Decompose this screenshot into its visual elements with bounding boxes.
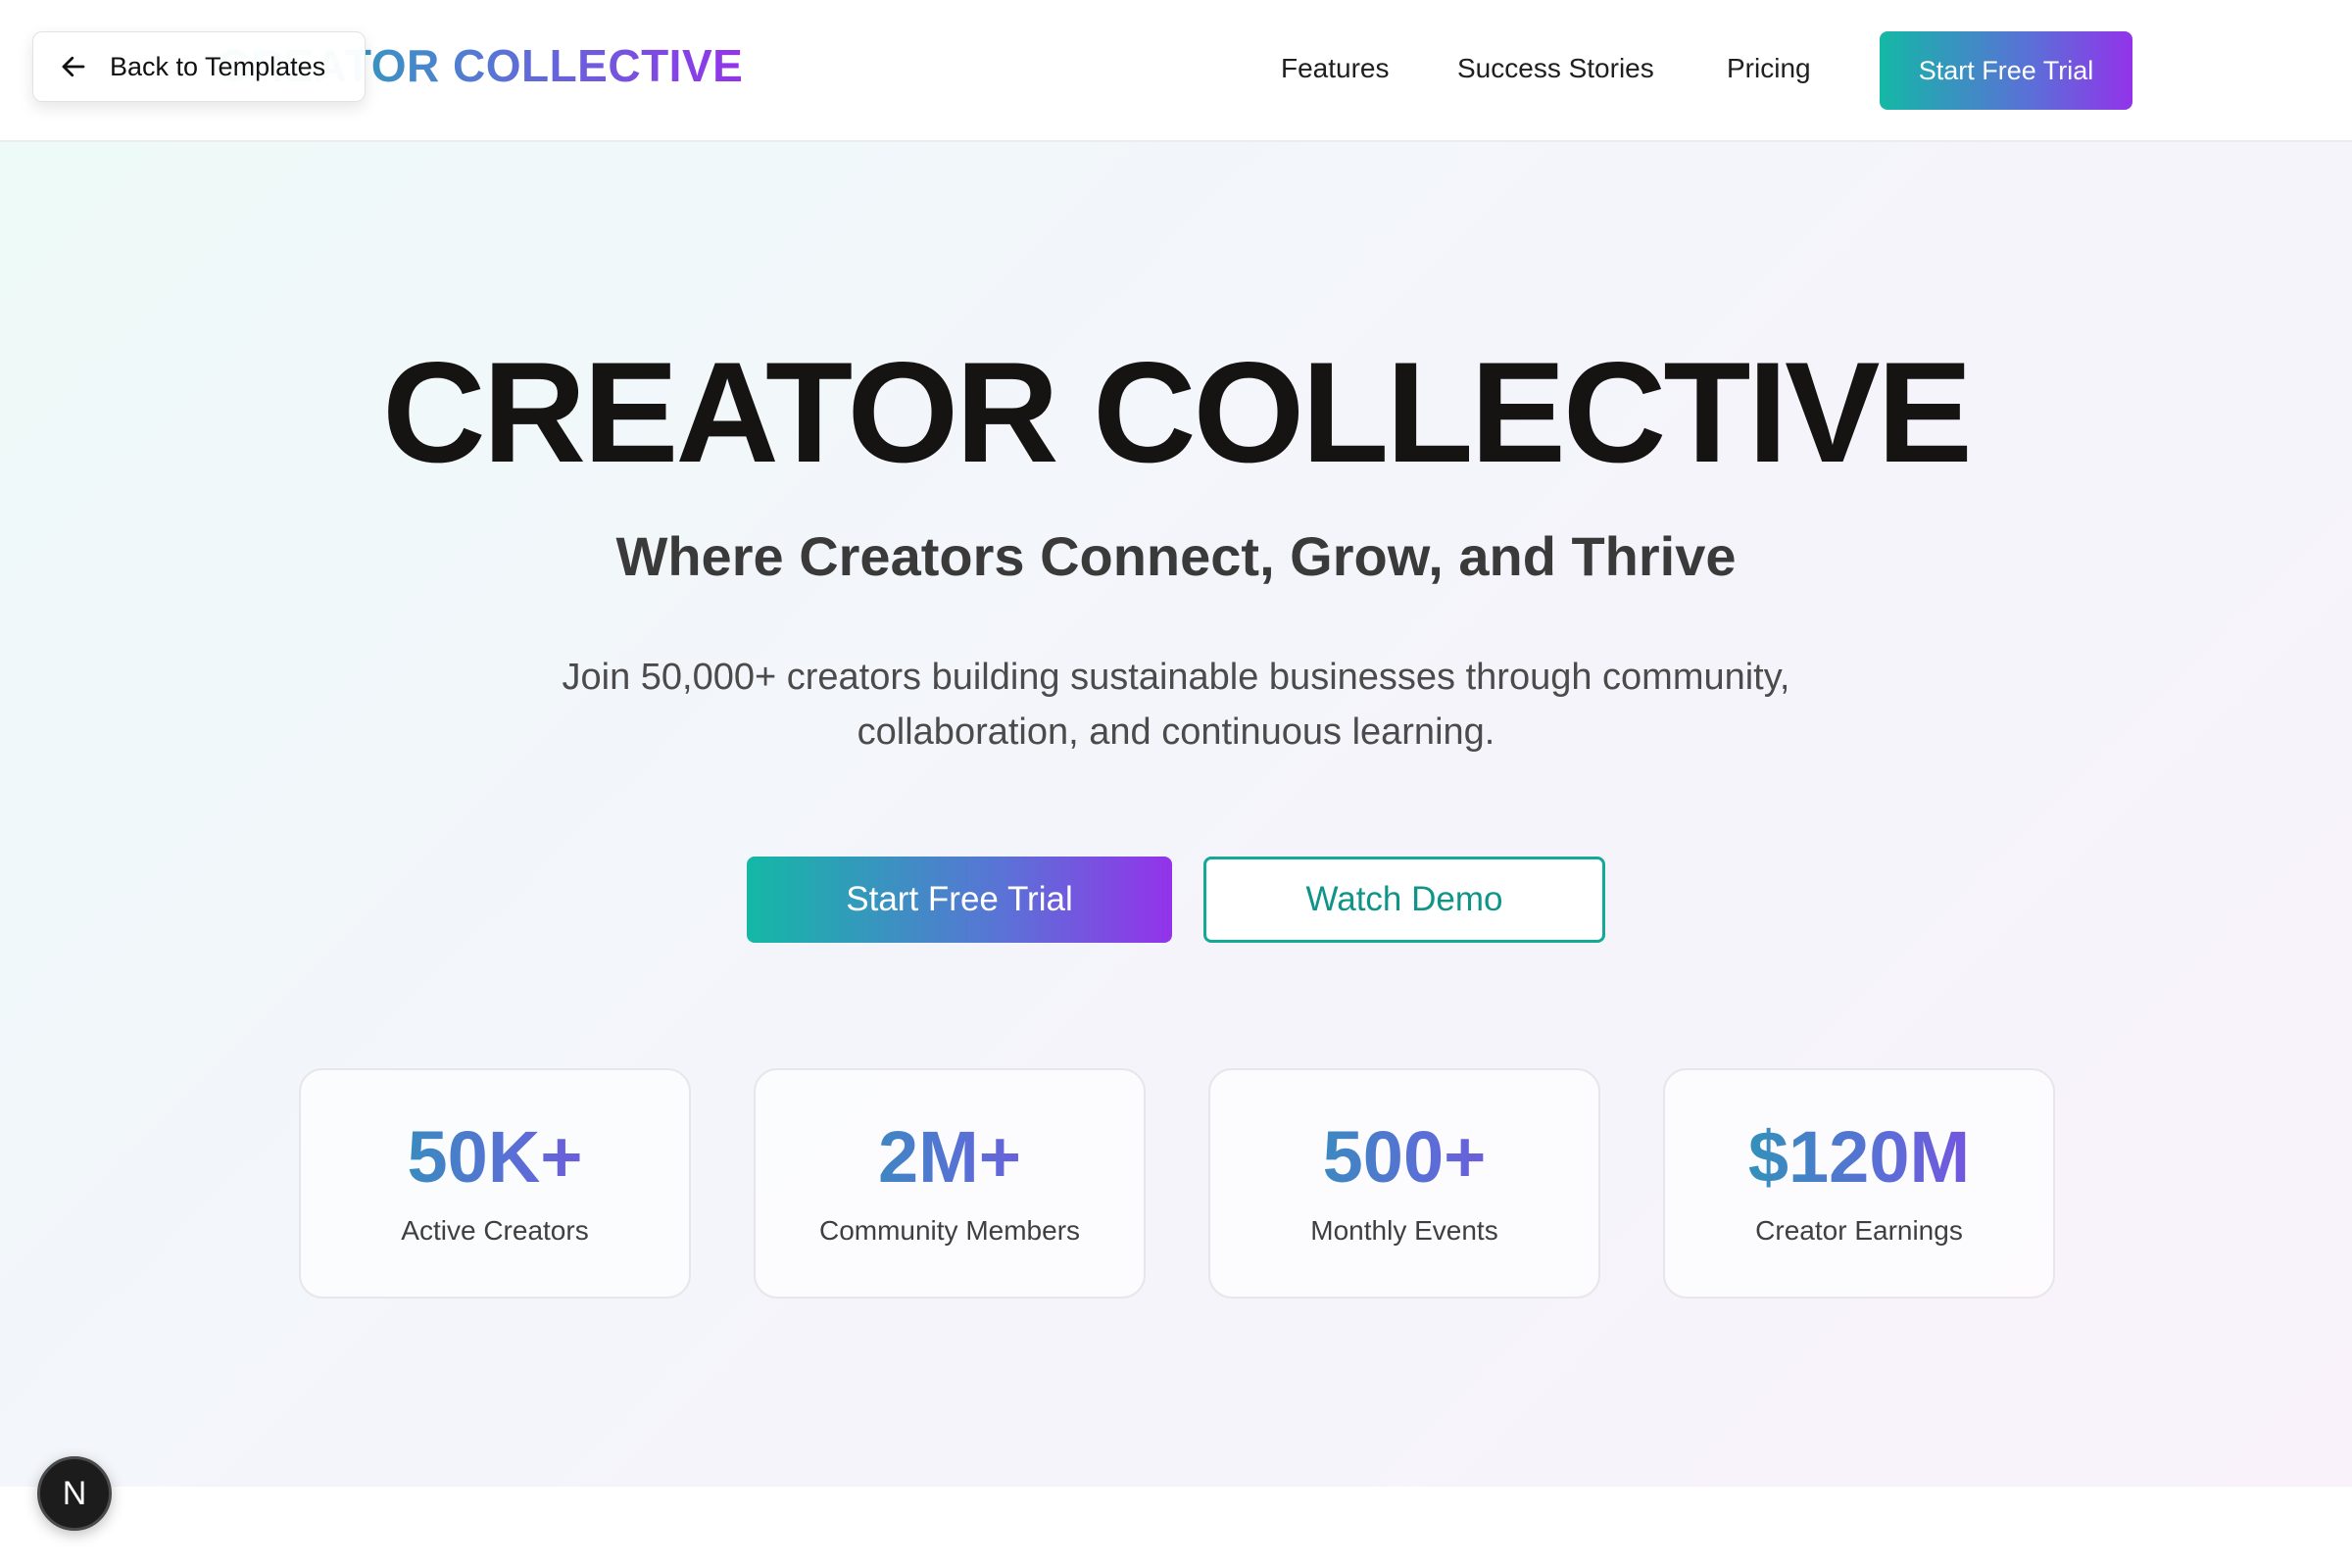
stat-label: Active Creators	[401, 1215, 589, 1246]
stat-label: Monthly Events	[1310, 1215, 1498, 1246]
stat-card-active-creators: 50K+ Active Creators	[299, 1068, 691, 1298]
stat-value: $120M	[1665, 1115, 2053, 1199]
stat-card-community-members: 2M+ Community Members	[754, 1068, 1146, 1298]
stat-card-monthly-events: 500+ Monthly Events	[1208, 1068, 1600, 1298]
start-free-trial-button[interactable]: Start Free Trial	[747, 857, 1172, 943]
hero-description: Join 50,000+ creators building sustainab…	[562, 657, 1790, 753]
hero-subtitle: Where Creators Connect, Grow, and Thrive	[615, 525, 1737, 587]
hero-title: CREATOR COLLECTIVE	[382, 332, 1973, 492]
nav-link-pricing[interactable]: Pricing	[1727, 53, 1811, 84]
arrow-left-icon	[62, 56, 85, 77]
stat-label: Creator Earnings	[1755, 1215, 1963, 1246]
nextjs-logo-icon[interactable]: N	[37, 1456, 112, 1531]
nav-link-features[interactable]: Features	[1281, 53, 1390, 84]
stat-card-creator-earnings: $120M Creator Earnings	[1663, 1068, 2055, 1298]
nav-link-success-stories[interactable]: Success Stories	[1457, 53, 1654, 84]
stat-value: 2M+	[756, 1115, 1144, 1199]
back-to-templates-button[interactable]: Back to Templates	[32, 31, 366, 102]
watch-demo-button[interactable]: Watch Demo	[1203, 857, 1605, 943]
stat-value: 500+	[1210, 1115, 1598, 1199]
hero-section: CREATOR COLLECTIVE Where Creators Connec…	[0, 142, 2352, 1487]
stat-value: 50K+	[301, 1115, 689, 1199]
stat-label: Community Members	[818, 1215, 1081, 1246]
back-to-templates-label: Back to Templates	[110, 51, 326, 81]
header-start-trial-button[interactable]: Start Free Trial	[1880, 31, 2132, 110]
